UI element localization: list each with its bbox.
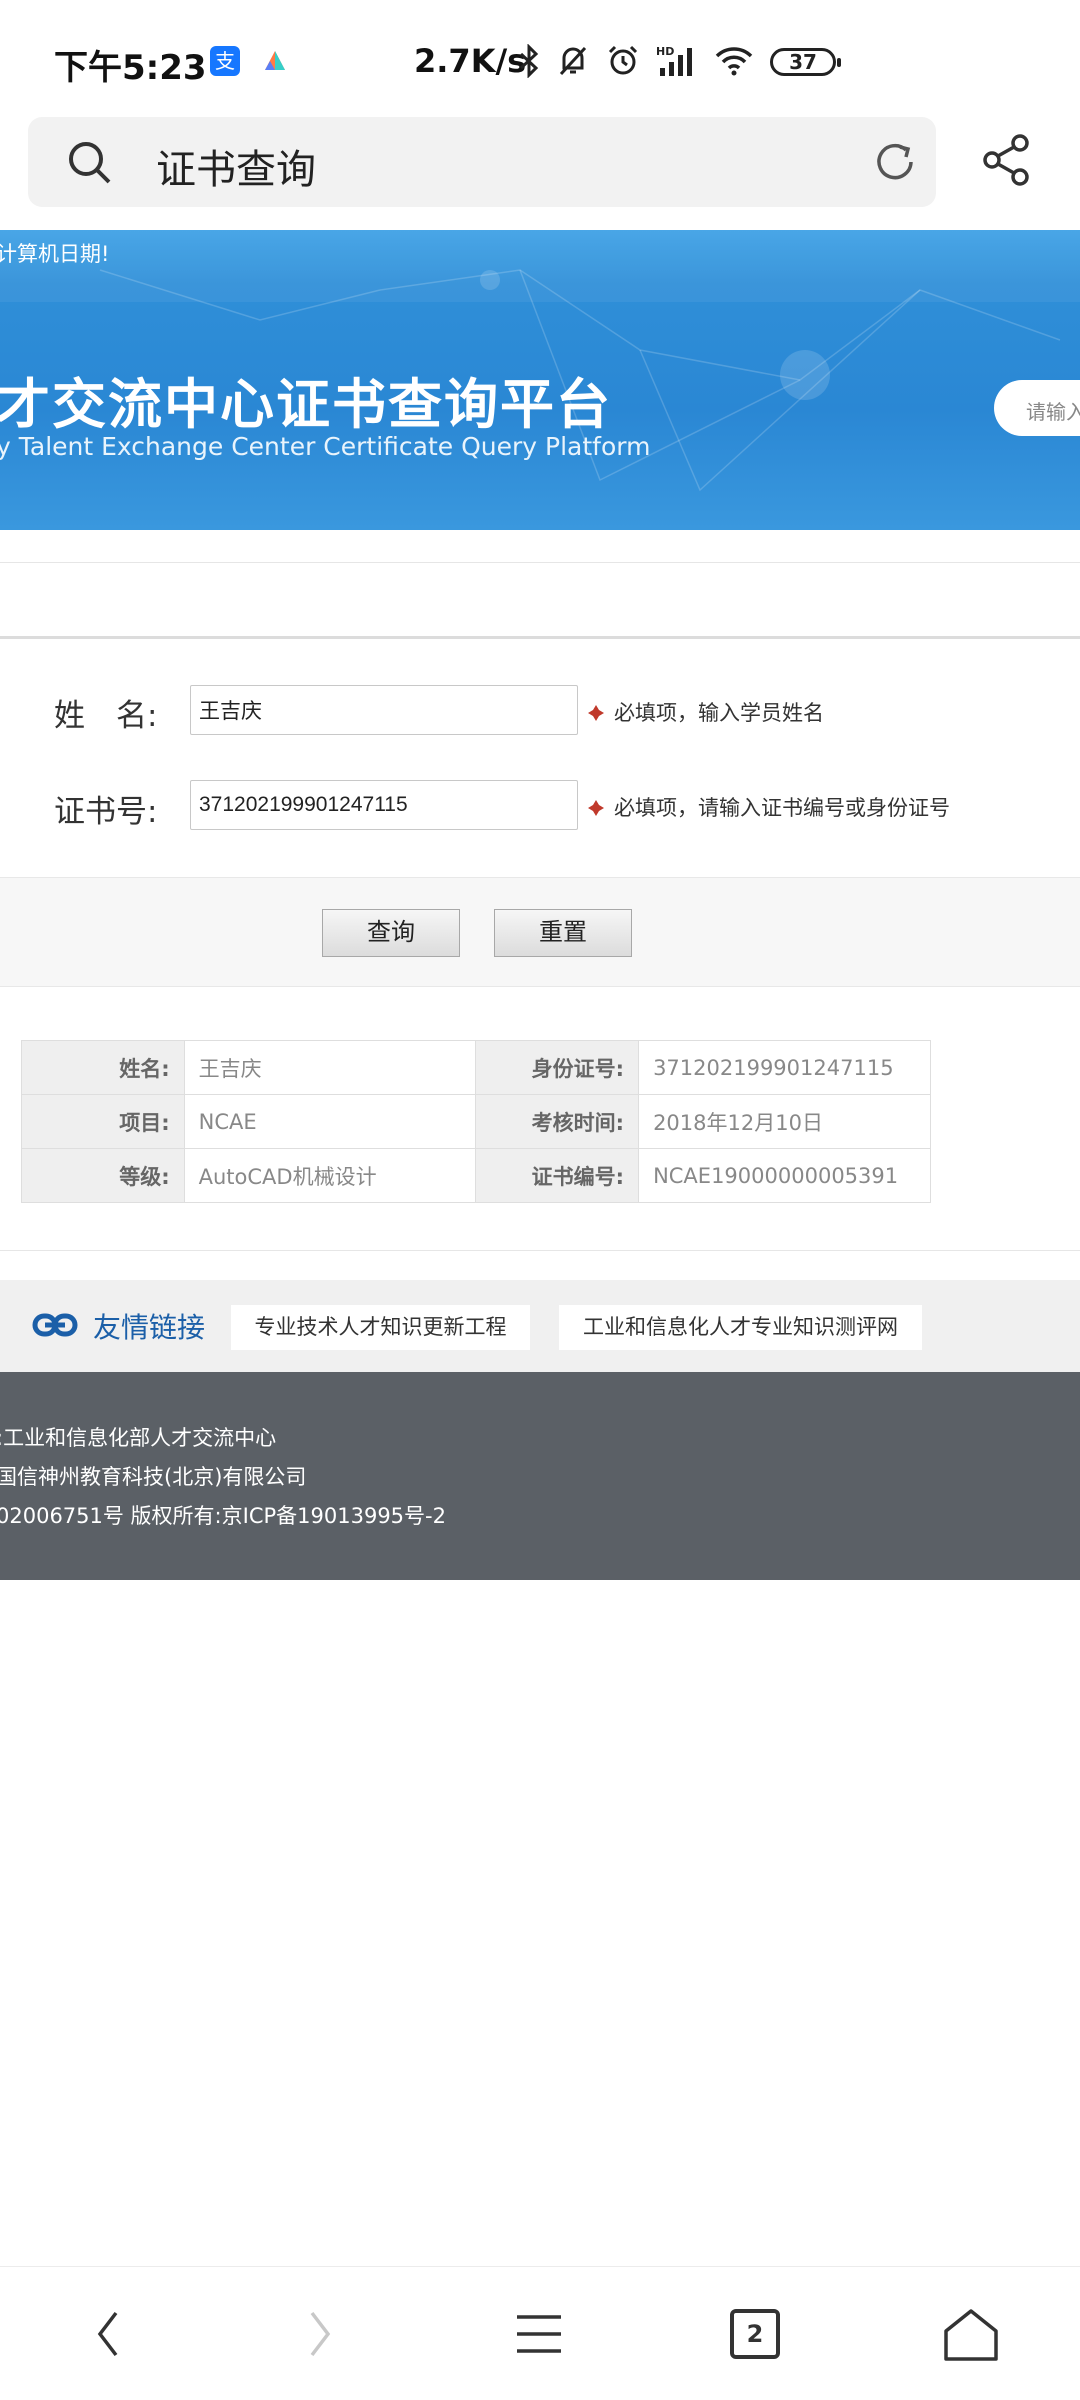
cert-label: 证书号: (54, 794, 158, 830)
divider (0, 562, 1080, 563)
wifi-icon (715, 47, 753, 76)
name-input[interactable] (190, 685, 578, 735)
form-button-area: 查询 重置 (0, 877, 1080, 987)
table-key-cell: 项目: (21, 1094, 185, 1149)
mute-icon (559, 46, 587, 76)
browser-bottom-nav: 2 (0, 2266, 1080, 2400)
maps-icon (260, 46, 290, 76)
table-value-cell: 2018年12月10日 (638, 1094, 931, 1149)
network-speed: 2.7K/s (414, 42, 527, 80)
reload-icon[interactable] (870, 137, 920, 187)
search-query-text[interactable]: 证书查询 (156, 137, 316, 195)
table-key-cell: 等级: (21, 1148, 185, 1203)
cert-hint: 必填项，请输入证书编号或身份证号 (614, 796, 950, 820)
link-item[interactable]: 专业技术人才知识更新工程 (231, 1305, 530, 1350)
table-value-cell: 王吉庆 (183, 1040, 477, 1095)
status-icons: HD (518, 44, 754, 78)
name-hint: 必填项，输入学员姓名 (614, 701, 824, 725)
signal-hd-icon: HD (656, 45, 692, 76)
header-banner: 计算机日期! 才交流中心证书查询平台 y Talent Exchange Cen… (0, 230, 1080, 530)
table-row: 等级: AutoCAD机械设计 证书编号: NCAE19000000005391 (21, 1148, 931, 1203)
footer-organizer: :工业和信息化部人才交流中心 (0, 1426, 277, 1450)
search-icon[interactable] (66, 139, 114, 187)
tabs-button[interactable]: 2 (730, 2309, 780, 2359)
svg-text:HD: HD (656, 45, 674, 58)
banner-search-input[interactable]: 请输入 (994, 380, 1080, 436)
url-search-bar[interactable]: 证书查询 (28, 117, 936, 207)
bluetooth-icon (519, 44, 539, 78)
table-row: 项目: NCAE 考核时间: 2018年12月10日 (21, 1094, 931, 1149)
site-title: 才交流中心证书查询平台 (0, 373, 612, 436)
table-row: 姓名: 王吉庆 身份证号: 371202199901247115 (21, 1040, 931, 1095)
footer: :工业和信息化部人才交流中心 国信神州教育科技(北京)有限公司 02006751… (0, 1372, 1080, 1580)
share-icon[interactable] (980, 133, 1034, 187)
menu-icon[interactable] (514, 2307, 564, 2361)
divider (0, 636, 1080, 639)
link-item[interactable]: 工业和信息化人才专业知识测评网 (559, 1305, 922, 1350)
required-icon (588, 800, 604, 816)
table-key-cell: 身份证号: (475, 1040, 640, 1095)
footer-copyright: 02006751号 版权所有:京ICP备19013995号-2 (0, 1504, 446, 1528)
cert-input[interactable] (190, 780, 578, 830)
result-table: 姓名: 王吉庆 身份证号: 371202199901247115 项目: NCA… (21, 1040, 931, 1203)
alarm-icon (608, 45, 638, 75)
back-icon[interactable] (92, 2307, 122, 2361)
table-value-cell: 371202199901247115 (638, 1040, 931, 1095)
site-subtitle: y Talent Exchange Center Certificate Que… (0, 432, 651, 461)
divider (0, 1250, 1080, 1251)
battery-icon: 37 (770, 48, 841, 76)
forward-icon[interactable] (306, 2307, 336, 2361)
reset-button[interactable]: 重置 (494, 909, 632, 957)
query-button[interactable]: 查询 (322, 909, 460, 957)
table-key-cell: 证书编号: (475, 1148, 640, 1203)
banner-notice: 计算机日期! (0, 242, 110, 266)
table-value-cell: NCAE19000000005391 (638, 1148, 931, 1203)
name-label: 姓 名: (54, 698, 158, 734)
table-value-cell: NCAE (183, 1094, 477, 1149)
links-title: 友情链接 (93, 1311, 206, 1344)
link-icon (32, 1313, 78, 1337)
table-key-cell: 考核时间: (475, 1094, 640, 1149)
alipay-icon: 支 (210, 46, 240, 76)
status-time: 下午5:23 (54, 48, 207, 88)
footer-support: 国信神州教育科技(北京)有限公司 (0, 1465, 307, 1489)
table-value-cell: AutoCAD机械设计 (183, 1148, 477, 1203)
required-icon (588, 705, 604, 721)
home-icon[interactable] (942, 2307, 1000, 2363)
status-bar: 下午5:23 支 2.7K/s HD 37 (0, 0, 1080, 110)
table-key-cell: 姓名: (21, 1040, 185, 1095)
friendly-links-bar: 友情链接 专业技术人才知识更新工程 工业和信息化人才专业知识测评网 (0, 1280, 1080, 1372)
